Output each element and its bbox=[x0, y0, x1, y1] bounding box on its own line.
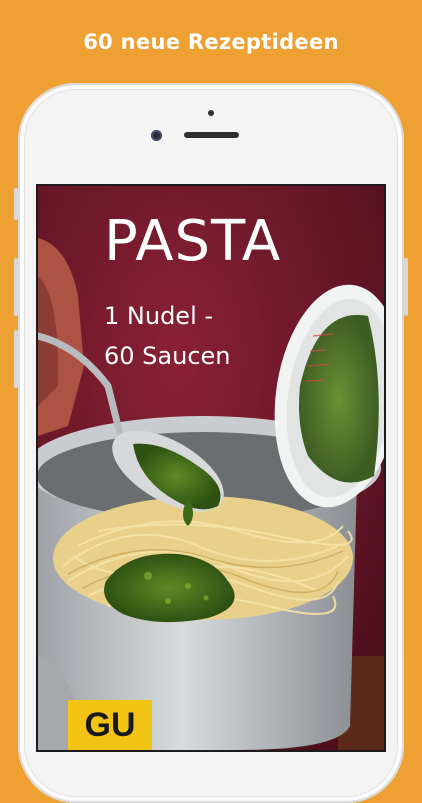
phone-silent-switch bbox=[14, 188, 18, 220]
phone-speaker bbox=[184, 132, 239, 138]
cover-title: PASTA bbox=[104, 209, 282, 274]
promo-headline: 60 neue Rezeptideen bbox=[83, 30, 339, 54]
phone-volume-down bbox=[14, 330, 18, 388]
publisher-logo: GU bbox=[68, 700, 152, 750]
cover-subtitle-line1: 1 Nudel - bbox=[104, 302, 214, 330]
phone-sensor bbox=[208, 110, 214, 116]
cover-subtitle-line2: 60 Saucen bbox=[104, 342, 231, 370]
phone-volume-up bbox=[14, 258, 18, 316]
camera-icon bbox=[151, 130, 162, 141]
app-screen[interactable]: PASTA 1 Nudel - 60 Saucen GU bbox=[38, 186, 384, 750]
phone-power-button bbox=[404, 258, 408, 316]
